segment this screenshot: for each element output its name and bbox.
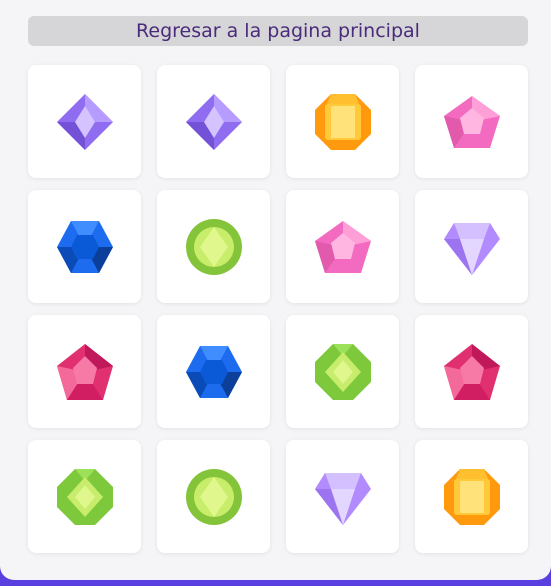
back-to-home-button[interactable]: Regresar a la pagina principal	[28, 16, 528, 46]
memory-card[interactable]	[28, 190, 141, 303]
memory-card[interactable]	[286, 315, 399, 428]
green-round-gem-icon	[185, 218, 242, 275]
memory-card[interactable]	[286, 65, 399, 178]
blue-hexagon-gem-icon	[185, 345, 242, 398]
memory-card[interactable]	[415, 440, 528, 553]
memory-card[interactable]	[286, 440, 399, 553]
pink-pentagon-gem-icon	[443, 95, 500, 148]
green-octagon-gem-icon	[314, 343, 371, 400]
crimson-pentagon-gem-icon	[443, 343, 500, 400]
crimson-pentagon-gem-icon	[56, 343, 113, 400]
memory-card[interactable]	[28, 65, 141, 178]
pink-pentagon-gem-icon	[314, 220, 371, 273]
game-panel: Regresar a la pagina principal	[0, 0, 551, 580]
memory-card-grid	[28, 65, 528, 553]
blue-hexagon-gem-icon	[56, 220, 113, 273]
memory-card[interactable]	[28, 315, 141, 428]
memory-card[interactable]	[415, 190, 528, 303]
green-round-gem-icon	[185, 468, 242, 525]
green-octagon-gem-icon	[56, 468, 113, 525]
memory-card[interactable]	[157, 190, 270, 303]
memory-card[interactable]	[157, 315, 270, 428]
memory-card[interactable]	[415, 65, 528, 178]
purple-diamond-gem-icon	[56, 93, 113, 150]
lavender-heart-gem-icon	[443, 222, 500, 275]
memory-card[interactable]	[157, 440, 270, 553]
memory-card[interactable]	[286, 190, 399, 303]
memory-card[interactable]	[415, 315, 528, 428]
memory-card[interactable]	[28, 440, 141, 553]
orange-octagon-gem-icon	[314, 93, 371, 150]
lavender-heart-gem-icon	[314, 472, 371, 525]
memory-card[interactable]	[157, 65, 270, 178]
orange-octagon-gem-icon	[443, 468, 500, 525]
purple-diamond-gem-icon	[185, 93, 242, 150]
